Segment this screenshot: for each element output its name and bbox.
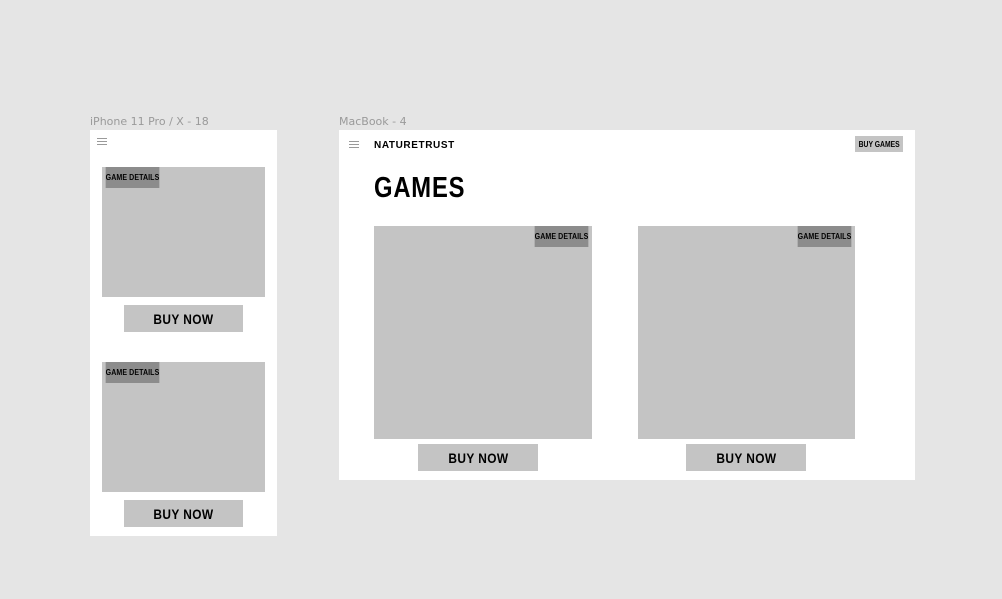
game-card-image: GAME DETAILS xyxy=(102,167,265,297)
macbook-frame: NATURETRUST BUY GAMES GAMES GAME DETAILS… xyxy=(339,130,915,480)
iphone-frame: GAME DETAILS BUY NOW GAME DETAILS BUY NO… xyxy=(90,130,277,536)
frame-label-iphone: iPhone 11 Pro / X - 18 xyxy=(90,115,209,128)
game-card-image: GAME DETAILS xyxy=(102,362,265,492)
buy-now-button[interactable]: BUY NOW xyxy=(418,444,538,471)
frame-label-macbook: MacBook - 4 xyxy=(339,115,407,128)
game-details-button[interactable]: GAME DETAILS xyxy=(535,226,589,247)
hamburger-menu-icon[interactable] xyxy=(97,138,107,145)
game-details-button[interactable]: GAME DETAILS xyxy=(106,167,160,188)
game-card-image: GAME DETAILS xyxy=(374,226,592,439)
buy-now-button[interactable]: BUY NOW xyxy=(686,444,806,471)
buy-games-nav-button[interactable]: BUY GAMES xyxy=(855,136,903,152)
hamburger-menu-icon[interactable] xyxy=(349,141,359,148)
brand-logo-text[interactable]: NATURETRUST xyxy=(374,140,455,151)
buy-now-button[interactable]: BUY NOW xyxy=(124,305,243,332)
game-details-button[interactable]: GAME DETAILS xyxy=(106,362,160,383)
buy-now-button[interactable]: BUY NOW xyxy=(124,500,243,527)
game-details-button[interactable]: GAME DETAILS xyxy=(798,226,852,247)
page-title: GAMES xyxy=(374,172,466,204)
game-card-image: GAME DETAILS xyxy=(638,226,855,439)
